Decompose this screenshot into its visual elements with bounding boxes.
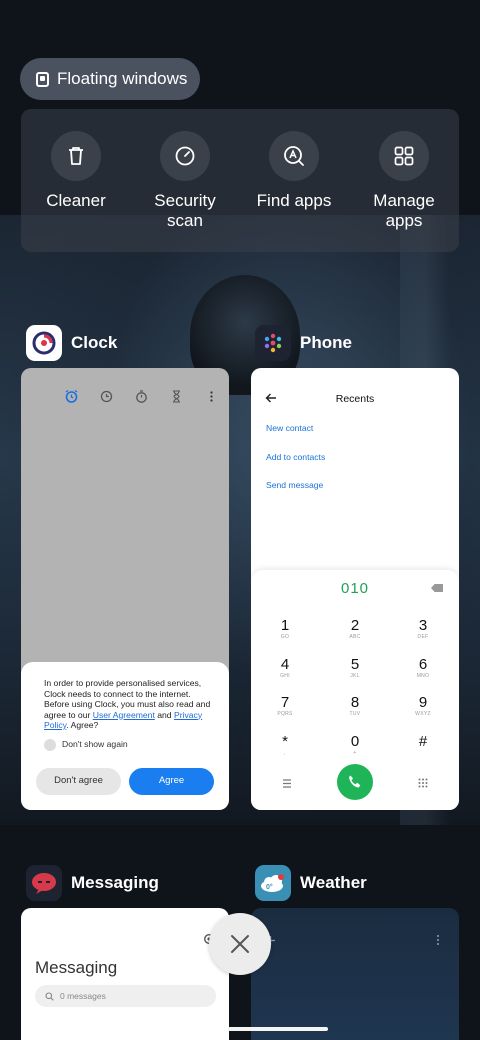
shield-scan-icon bbox=[160, 131, 210, 181]
messages-search-field[interactable]: 0 messages bbox=[35, 985, 216, 1007]
dialed-number: 010 bbox=[340, 580, 370, 597]
dial-key-hash[interactable]: # bbox=[403, 734, 443, 750]
clock-app-header[interactable]: Clock bbox=[26, 325, 117, 361]
dial-key-0[interactable]: 0 + bbox=[335, 734, 375, 757]
agree-button[interactable]: Agree bbox=[129, 768, 214, 795]
grid-icon bbox=[379, 131, 429, 181]
messaging-title: Messaging bbox=[35, 958, 118, 977]
weather-app-header[interactable]: 0° Weather bbox=[255, 865, 367, 901]
dont-show-again-checkbox[interactable]: Don't show again bbox=[44, 738, 213, 751]
security-scan-button[interactable]: Security scan bbox=[130, 131, 240, 231]
find-apps-button[interactable]: Find apps bbox=[239, 131, 349, 211]
consent-buttons: Don't agree Agree bbox=[36, 768, 214, 795]
close-all-button[interactable] bbox=[209, 913, 271, 975]
weather-app-card[interactable] bbox=[251, 908, 459, 1040]
user-agreement-link[interactable]: User Agreement bbox=[93, 710, 155, 720]
phone-app-card[interactable]: Recents New contact Add to contacts Send… bbox=[251, 368, 459, 810]
world-clock-icon bbox=[100, 390, 113, 403]
dont-show-again-label: Don't show again bbox=[62, 739, 128, 750]
floating-windows-button[interactable]: Floating windows bbox=[20, 58, 200, 100]
clock-app-icon bbox=[26, 325, 62, 361]
timer-icon bbox=[170, 390, 183, 403]
dialpad: 010 1 GO 2 ABC 3 DEF 4 GHI 5 JKL 6 MNO 7 PQRS 8… bbox=[251, 570, 459, 810]
security-scan-label: Security scan bbox=[154, 191, 216, 230]
dont-agree-button[interactable]: Don't agree bbox=[36, 768, 121, 795]
home-indicator-bar[interactable] bbox=[228, 1027, 328, 1031]
consent-dialog: In order to provide personalised service… bbox=[21, 662, 229, 810]
checkbox-circle bbox=[44, 738, 56, 751]
call-button[interactable] bbox=[337, 764, 373, 800]
trash-icon bbox=[51, 131, 101, 181]
weather-icon-temp: 0° bbox=[266, 883, 273, 891]
phone-app-header[interactable]: Phone bbox=[255, 325, 352, 361]
stopwatch-icon bbox=[135, 390, 148, 403]
clock-tab-icons bbox=[65, 389, 218, 403]
manage-apps-label: Manage apps bbox=[373, 191, 435, 230]
search-icon bbox=[45, 991, 54, 1001]
cleaner-label: Cleaner bbox=[46, 191, 106, 210]
dial-key-3[interactable]: 3 DEF bbox=[403, 618, 443, 641]
clock-app-card[interactable]: In order to provide personalised service… bbox=[21, 368, 229, 810]
floating-windows-label: Floating windows bbox=[57, 69, 188, 88]
messaging-app-icon bbox=[26, 865, 62, 901]
more-options-icon bbox=[205, 390, 218, 403]
dial-key-1[interactable]: 1 GO bbox=[265, 618, 305, 641]
manage-apps-button[interactable]: Manage apps bbox=[349, 131, 459, 231]
messages-search-placeholder: 0 messages bbox=[60, 991, 106, 1001]
dial-key-star[interactable]: *, bbox=[265, 734, 305, 757]
phone-top-bar: Recents bbox=[265, 392, 445, 406]
consent-text: In order to provide personalised service… bbox=[44, 678, 211, 730]
dial-key-2[interactable]: 2 ABC bbox=[335, 618, 375, 641]
find-apps-label: Find apps bbox=[256, 191, 332, 210]
add-to-contacts-link[interactable]: Add to contacts bbox=[266, 452, 325, 462]
find-apps-icon bbox=[269, 131, 319, 181]
more-options-icon[interactable] bbox=[435, 934, 441, 946]
close-icon bbox=[231, 935, 249, 953]
dialpad-toggle-icon[interactable] bbox=[418, 778, 428, 788]
dial-key-7[interactable]: 7 PQRS bbox=[265, 695, 305, 718]
send-message-link[interactable]: Send message bbox=[266, 480, 323, 490]
floating-window-icon bbox=[36, 71, 49, 87]
new-contact-link[interactable]: New contact bbox=[266, 423, 313, 433]
cleaner-button[interactable]: Cleaner bbox=[21, 131, 131, 211]
dial-key-6[interactable]: 6 MNO bbox=[403, 657, 443, 680]
alarm-icon bbox=[65, 389, 78, 403]
weather-app-name: Weather bbox=[300, 873, 367, 892]
menu-icon[interactable] bbox=[282, 779, 292, 788]
messaging-app-name: Messaging bbox=[71, 873, 159, 892]
phone-call-icon bbox=[349, 775, 361, 788]
messaging-app-header[interactable]: Messaging bbox=[26, 865, 159, 901]
dial-key-8[interactable]: 8 TUV bbox=[335, 695, 375, 718]
phone-app-icon bbox=[255, 325, 291, 361]
messaging-app-card[interactable]: Messaging 0 messages bbox=[21, 908, 229, 1040]
recents-title: Recents bbox=[335, 393, 375, 405]
quick-actions-panel: Cleaner Security scan Find apps Manage a… bbox=[21, 109, 459, 252]
dial-key-9[interactable]: 9 WXYZ bbox=[403, 695, 443, 718]
weather-app-icon: 0° bbox=[255, 865, 291, 901]
phone-app-name: Phone bbox=[300, 333, 352, 352]
clock-app-name: Clock bbox=[71, 333, 118, 352]
dial-key-4[interactable]: 4 GHI bbox=[265, 657, 305, 680]
dial-key-5[interactable]: 5 JKL bbox=[335, 657, 375, 680]
